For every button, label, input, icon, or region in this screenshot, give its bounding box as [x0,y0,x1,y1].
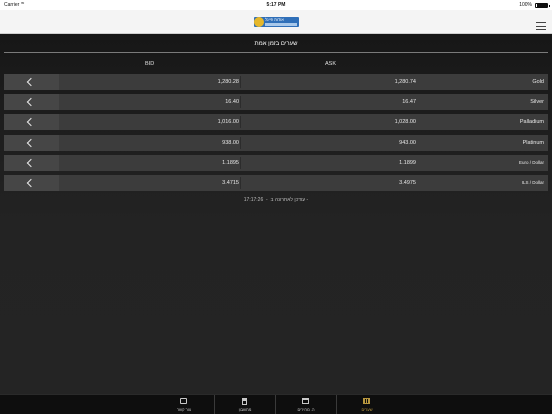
tab-rates[interactable]: שערים [337,395,397,414]
tab-label: ה. מחירים [297,407,315,412]
rate-row-platinum[interactable]: 938.00 943.00 Platinum [4,134,548,151]
cell-divider [240,136,241,149]
instrument-name: Palladium [519,119,544,126]
chevron-left-icon [26,138,36,147]
calendar-icon [302,398,309,404]
tab-bar: צור קשר מחשבון ה. מחירים שערים [0,394,552,414]
chevron-left-icon [26,97,36,107]
row-expand-cell[interactable] [4,74,59,90]
chevron-left-icon [26,158,36,167]
rate-row-gold[interactable]: 1,280.28 1,280.74 Gold [4,74,548,90]
last-updated-time: 17:17:26 [243,197,264,203]
nav-bar: אודות פיינל [0,10,552,34]
tab-label: שערים [361,407,373,412]
title-divider [4,52,548,53]
ask-value: 1,028.00 [394,119,416,126]
bid-value: 1.1895 [222,159,239,166]
rate-row-silver[interactable]: 16.40 16.47 Silver [4,94,548,111]
chevron-left-icon [26,77,36,87]
ask-value: 943.00 [399,139,416,146]
cell-divider [240,156,241,169]
status-time: 5:17 PM [266,2,286,8]
rate-row-palladium[interactable]: 1,016.00 1,028.00 Palladium [4,114,548,131]
rate-row-euro-dollar[interactable]: 1.1895 1.1899 Euro / Dollar [4,154,548,171]
bid-value: 1,280.28 [217,79,239,85]
bid-value: 3.4715 [222,179,239,186]
logo-subline [265,22,297,26]
row-expand-cell[interactable] [4,174,59,191]
last-updated: 17:17:26 - עודכן לאחרונה ב - [243,197,309,203]
chevron-left-icon [26,178,36,188]
instrument-name: Euro / Dollar [518,160,544,166]
tab-label: מחשבון [238,407,252,412]
instrument-name: ILS / Dollar [521,180,544,186]
row-expand-cell[interactable] [4,134,59,151]
tab-label: צור קשר [177,407,191,412]
bid-column-header: BID [145,61,155,67]
last-updated-label: עודכן לאחרונה ב - [270,197,309,203]
logo-mark-icon [254,17,264,27]
tab-calculator[interactable]: מחשבון [215,395,275,414]
app-logo: אודות פיינל [254,17,299,27]
ask-value: 16.47 [402,99,416,106]
bid-value: 16.40 [225,99,239,106]
cell-divider [240,96,241,109]
gold-bars-icon [363,398,370,404]
page-title: שערים בזמן אמת [254,41,298,47]
envelope-icon [180,398,187,404]
rate-row-ils-dollar[interactable]: 3.4715 3.4975 ILS / Dollar [4,174,548,191]
tab-price-history[interactable]: ה. מחירים [276,395,336,414]
instrument-name: Gold [532,79,544,85]
cell-divider [240,76,241,88]
logo-text: אודות פיינל [265,17,284,22]
bid-value: 1,016.00 [217,119,239,126]
bid-value: 938.00 [222,139,239,146]
row-expand-cell[interactable] [4,114,59,131]
status-bar: Carrier ≈ 5:17 PM 100% [0,0,552,10]
ask-value: 1,280.74 [394,79,416,85]
ask-value: 1.1899 [399,159,416,166]
calculator-icon [242,398,247,405]
row-expand-cell[interactable] [4,94,59,111]
chevron-left-icon [26,118,36,127]
hamburger-menu-icon[interactable] [536,22,546,31]
battery-icon [535,2,550,8]
tab-contact[interactable]: צור קשר [154,395,214,414]
instrument-name: Silver [530,99,544,106]
ask-value: 3.4975 [399,179,416,186]
rates-list: 1,280.28 1,280.74 Gold 16.40 16.47 Silve… [4,74,548,195]
cell-divider [240,116,241,129]
cell-divider [240,176,241,189]
ask-column-header: ASK [325,61,337,67]
battery-percent: 100% [519,2,532,8]
instrument-name: Platinum [522,139,544,146]
row-expand-cell[interactable] [4,154,59,171]
